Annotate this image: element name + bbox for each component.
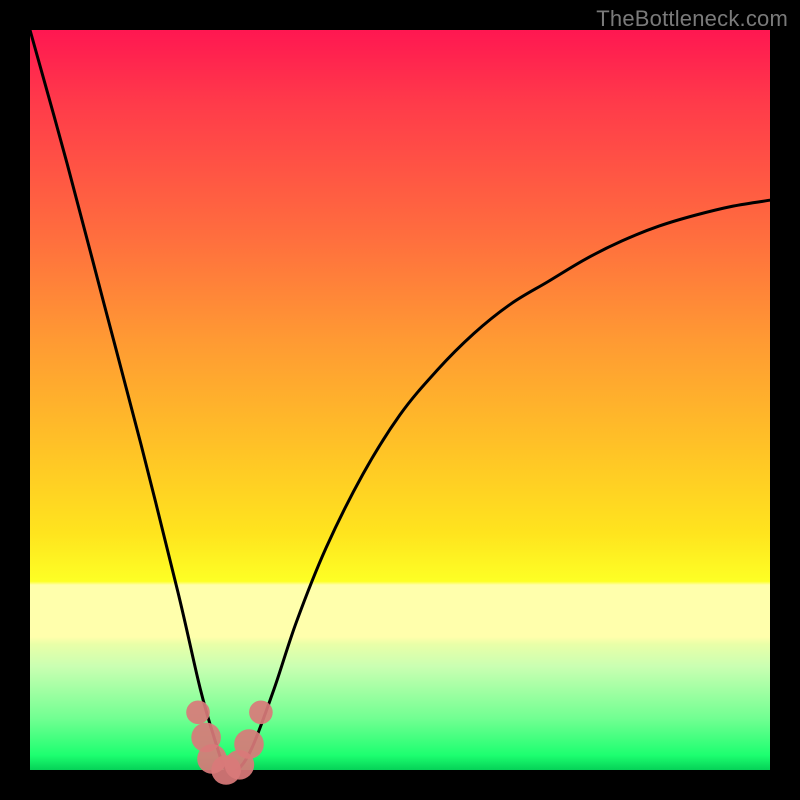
- curve-marker: [186, 701, 210, 725]
- watermark-text: TheBottleneck.com: [596, 6, 788, 32]
- curve-marker: [249, 701, 273, 725]
- bottleneck-curve-svg: [30, 30, 770, 770]
- curve-marker: [234, 729, 264, 759]
- bottleneck-curve-path: [30, 30, 770, 773]
- curve-markers: [186, 701, 273, 785]
- chart-frame: TheBottleneck.com: [0, 0, 800, 800]
